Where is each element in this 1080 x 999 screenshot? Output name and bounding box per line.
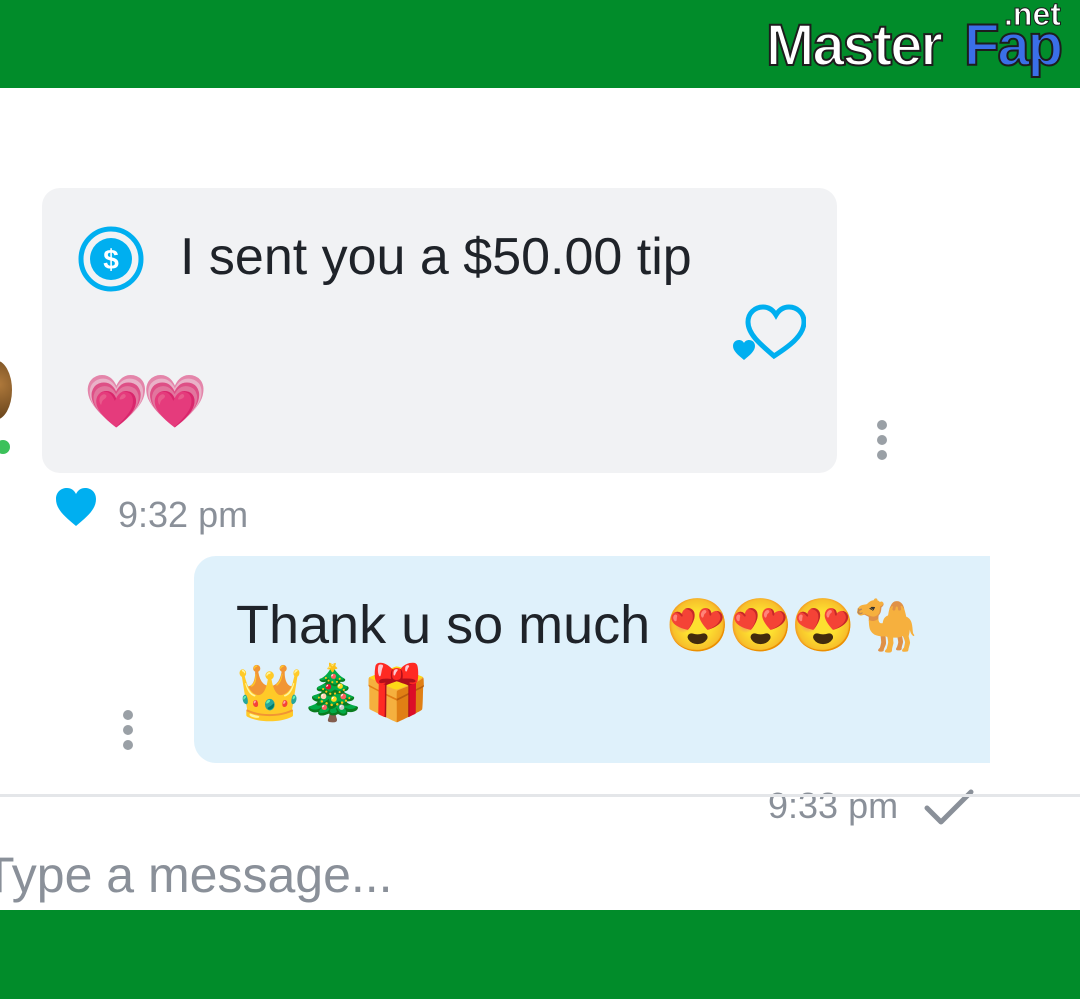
site-logo: Master Fap .net <box>765 0 1076 84</box>
message-timestamp: 9:33 pm <box>768 785 899 826</box>
outgoing-emojis-line1: 😍😍😍🐪 <box>665 597 918 655</box>
logo-net-text: .net <box>1004 0 1062 33</box>
message-emojis: 💗💗 <box>84 373 207 431</box>
online-status-dot <box>0 438 12 456</box>
outgoing-message-text: Thank u so much 😍😍😍🐪 <box>236 592 918 659</box>
liked-heart-icon[interactable] <box>54 486 98 528</box>
dollar-circle-icon: $ <box>78 226 144 292</box>
hearts-icon[interactable] <box>730 300 806 364</box>
more-options-icon[interactable] <box>122 710 134 752</box>
sender-avatar[interactable] <box>0 360 12 420</box>
composer-divider <box>0 794 1080 797</box>
bottom-banner <box>0 910 1080 999</box>
message-input[interactable] <box>0 838 1074 912</box>
tip-message-text: I sent you a $50.00 tip <box>180 228 692 286</box>
logo-master-text: Master <box>765 12 944 79</box>
more-options-icon[interactable] <box>876 420 888 462</box>
svg-text:$: $ <box>103 244 119 275</box>
top-banner: Master Fap .net <box>0 0 1080 88</box>
outgoing-emojis-line2: 👑🎄🎁 <box>236 663 430 723</box>
outgoing-text: Thank u so much <box>236 595 651 655</box>
chat-thread: $ I sent you a $50.00 tip 💗💗 9:32 pm Tha… <box>0 88 1080 826</box>
message-timestamp: 9:32 pm <box>118 494 249 535</box>
